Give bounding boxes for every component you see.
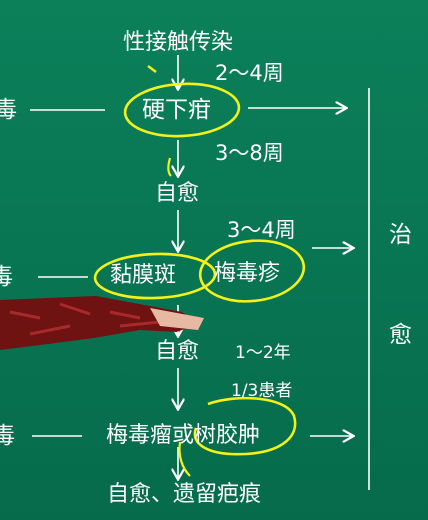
interval-label-1: 2～4周 (215, 61, 284, 85)
stage-syphilid-rash: 梅毒疹 (214, 261, 281, 286)
left-edge-label-1: 毒 (0, 97, 17, 123)
patient-fraction: 1/3患者 (231, 381, 293, 401)
interval-label-2: 3～8周 (215, 141, 284, 165)
interval-label-4: 1～2年 (235, 343, 291, 363)
left-edge-label-2: 毒 (0, 264, 13, 290)
final-outcome: 自愈、遗留疤痕 (107, 482, 262, 507)
transmission-label: 性接触传染 (123, 30, 234, 55)
right-label-treatment: 治 (389, 222, 412, 248)
right-label-cure: 愈 (389, 322, 412, 348)
self-heal-1: 自愈 (155, 181, 200, 206)
stage-primary-chancre: 硬下疳 (142, 97, 211, 123)
stage-mucous-patch: 黏膜斑 (110, 263, 177, 288)
interval-label-3: 3～4周 (227, 218, 296, 242)
slide: 性接触传染 2～4周 硬下疳 3～8周 自愈 3～4周 黏膜斑 梅毒疹 自愈 1… (0, 0, 428, 520)
highlight-tail-1 (167, 157, 172, 177)
stage-gumma: 梅毒瘤或树胶肿 (106, 423, 261, 448)
self-heal-2: 自愈 (155, 339, 200, 364)
left-edge-label-3: 毒 (0, 423, 15, 449)
highlight-tick (147, 65, 157, 73)
